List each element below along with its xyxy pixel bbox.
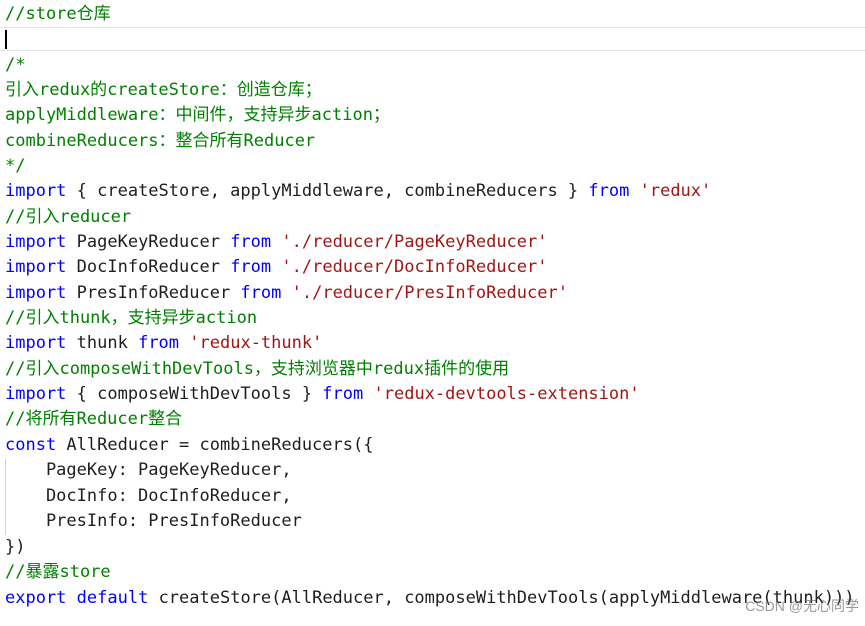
code-line-property: DocInfo: DocInfoReducer, bbox=[5, 486, 292, 506]
code-line-comment: //引入thunk，支持异步action bbox=[5, 308, 258, 328]
keyword-token: import bbox=[5, 384, 67, 404]
keyword-token: from bbox=[588, 181, 630, 201]
code-token: DocInfoReducer bbox=[66, 257, 231, 277]
code-line-comment: //引入reducer bbox=[5, 207, 132, 227]
watermark-text: CSDN @无心同学 bbox=[745, 598, 859, 614]
string-token: './reducer/PageKeyReducer' bbox=[281, 232, 548, 252]
code-line-import: import { composeWithDevTools } from 'red… bbox=[5, 382, 640, 407]
code-token: AllReducer = combineReducers({ bbox=[56, 435, 374, 455]
code-line-comment: /* bbox=[5, 55, 26, 75]
code-line-property: PageKey: PageKeyReducer, bbox=[5, 460, 292, 480]
keyword-token: from bbox=[240, 283, 282, 303]
code-line-declaration: const AllReducer = combineReducers({ bbox=[5, 433, 373, 458]
keyword-token: import bbox=[5, 283, 67, 303]
code-line-comment: //将所有Reducer整合 bbox=[5, 409, 183, 429]
code-token: PageKeyReducer bbox=[66, 232, 231, 252]
keyword-token: const bbox=[5, 435, 57, 455]
string-token: 'redux-devtools-extension' bbox=[373, 384, 640, 404]
keyword-token: import bbox=[5, 333, 67, 353]
string-token: './reducer/DocInfoReducer' bbox=[281, 257, 548, 277]
keyword-token: import bbox=[5, 232, 67, 252]
keyword-token: import bbox=[5, 181, 67, 201]
code-line-comment: //暴露store bbox=[5, 562, 111, 582]
code-line-import: import PresInfoReducer from './reducer/P… bbox=[5, 281, 568, 306]
code-line-import: import { createStore, applyMiddleware, c… bbox=[5, 179, 711, 204]
code-line-comment: 引入redux的createStore：创造仓库； bbox=[5, 80, 322, 100]
code-line-import: import DocInfoReducer from './reducer/Do… bbox=[5, 255, 548, 280]
code-token: PresInfoReducer bbox=[66, 283, 241, 303]
code-line-comment: //引入composeWithDevTools，支持浏览器中redux插件的使用 bbox=[5, 359, 510, 379]
code-token: { composeWithDevTools } bbox=[66, 384, 323, 404]
code-line-import: import thunk from 'redux-thunk' bbox=[5, 331, 322, 356]
code-line-comment: */ bbox=[5, 156, 26, 176]
keyword-token: from bbox=[138, 333, 180, 353]
code-editor[interactable]: //store仓库 /* 引入redux的createStore：创造仓库； a… bbox=[0, 0, 865, 626]
string-token: 'redux-thunk' bbox=[189, 333, 323, 353]
code-token: { createStore, applyMiddleware, combineR… bbox=[66, 181, 589, 201]
code-token: thunk bbox=[66, 333, 139, 353]
keyword-token: default bbox=[76, 588, 149, 608]
keyword-token: from bbox=[322, 384, 364, 404]
string-token: 'redux' bbox=[639, 181, 712, 201]
keyword-token: from bbox=[230, 232, 272, 252]
keyword-token: import bbox=[5, 257, 67, 277]
code-line-import: import PageKeyReducer from './reducer/Pa… bbox=[5, 230, 548, 255]
string-token: './reducer/PresInfoReducer' bbox=[291, 283, 568, 303]
keyword-token: export bbox=[5, 588, 67, 608]
code-line-comment: combineReducers：整合所有Reducer bbox=[5, 131, 316, 151]
current-line-highlight bbox=[0, 27, 865, 51]
code-line-comment: //store仓库 bbox=[5, 4, 111, 24]
code-line-close: }) bbox=[5, 537, 26, 557]
text-caret bbox=[5, 30, 7, 49]
keyword-token: from bbox=[230, 257, 272, 277]
code-line-comment: applyMiddleware：中间件，支持异步action； bbox=[5, 105, 390, 125]
code-line-export: export default createStore(AllReducer, c… bbox=[5, 586, 855, 611]
code-line-property: PresInfo: PresInfoReducer bbox=[5, 511, 302, 531]
